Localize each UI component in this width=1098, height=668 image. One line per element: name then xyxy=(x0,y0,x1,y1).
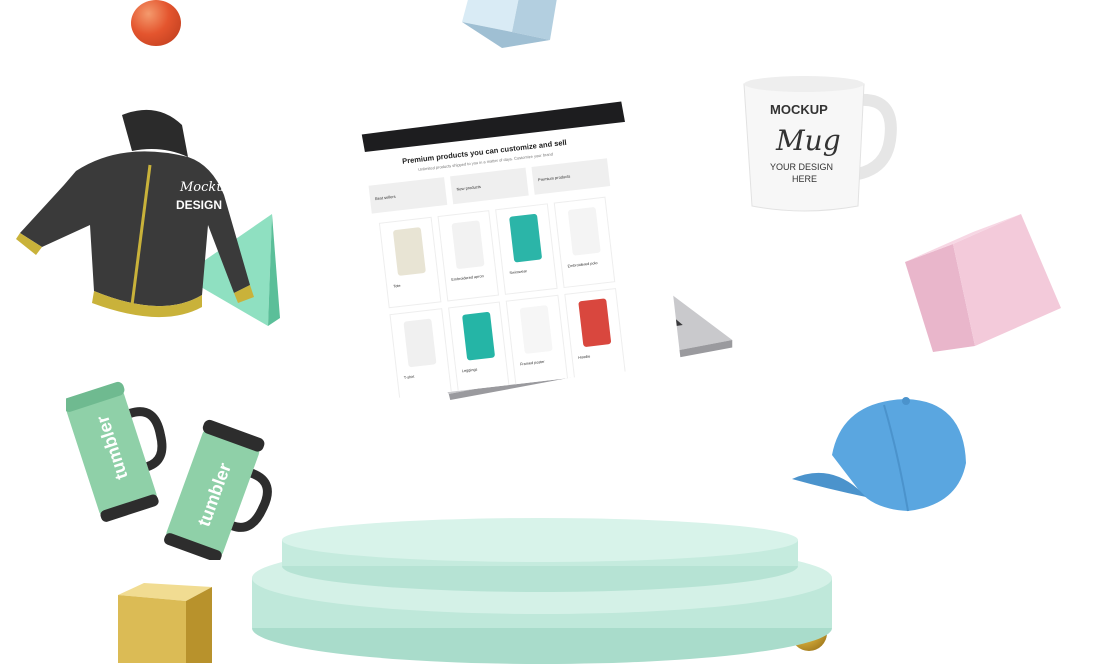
category-card[interactable]: New products xyxy=(450,167,529,205)
product-grid: Tote Embroidered apron Swimwear Embroide… xyxy=(378,196,626,400)
tumblers-mockup: tumbler tumbler xyxy=(62,380,276,563)
product-name: Leggings xyxy=(461,367,478,374)
svg-text:Mockup: Mockup xyxy=(179,180,234,195)
product-thumbnail xyxy=(403,318,437,368)
category-card[interactable]: Premium products xyxy=(531,158,611,195)
product-card[interactable]: Swimwear xyxy=(495,203,558,295)
product-name: Tote xyxy=(393,283,401,289)
product-name: Swimwear xyxy=(509,269,528,276)
product-thumbnail xyxy=(567,206,601,256)
cap-mockup xyxy=(788,393,968,518)
blue-cube xyxy=(462,0,557,48)
store-page: Premium products you can customize and s… xyxy=(313,118,682,405)
category-card[interactable]: Best sellers xyxy=(368,177,448,214)
gold-cube xyxy=(118,583,212,663)
product-thumbnail xyxy=(461,311,495,361)
product-name: Embroidered apron xyxy=(451,274,484,282)
product-name: Framed poster xyxy=(519,359,545,367)
product-card[interactable]: Embroidered apron xyxy=(437,210,500,302)
product-name: T-shirt xyxy=(403,374,415,380)
product-card[interactable]: Leggings xyxy=(447,301,510,393)
laptop-screen: Premium products you can customize and s… xyxy=(298,100,796,405)
hoodie-mockup: Mockup DESIGN xyxy=(12,105,262,320)
product-card[interactable]: Tote xyxy=(378,216,441,309)
product-card[interactable]: Framed poster xyxy=(505,294,568,387)
product-thumbnail xyxy=(392,227,426,276)
podium xyxy=(252,518,832,664)
product-name: Hoodie xyxy=(577,354,591,360)
product-name: Embroidered polo xyxy=(567,261,598,269)
product-thumbnail xyxy=(577,298,611,348)
laptop: Premium products you can customize and s… xyxy=(298,100,796,500)
product-card[interactable]: Embroidered polo xyxy=(553,196,616,289)
pink-cube xyxy=(905,214,1061,352)
svg-text:DESIGN: DESIGN xyxy=(176,198,222,212)
product-card[interactable]: T-shirt xyxy=(389,308,452,400)
product-thumbnail xyxy=(509,213,543,263)
orange-sphere xyxy=(131,0,181,46)
product-thumbnail xyxy=(519,305,553,354)
product-thumbnail xyxy=(450,220,485,270)
product-card[interactable]: Hoodie xyxy=(563,288,626,380)
